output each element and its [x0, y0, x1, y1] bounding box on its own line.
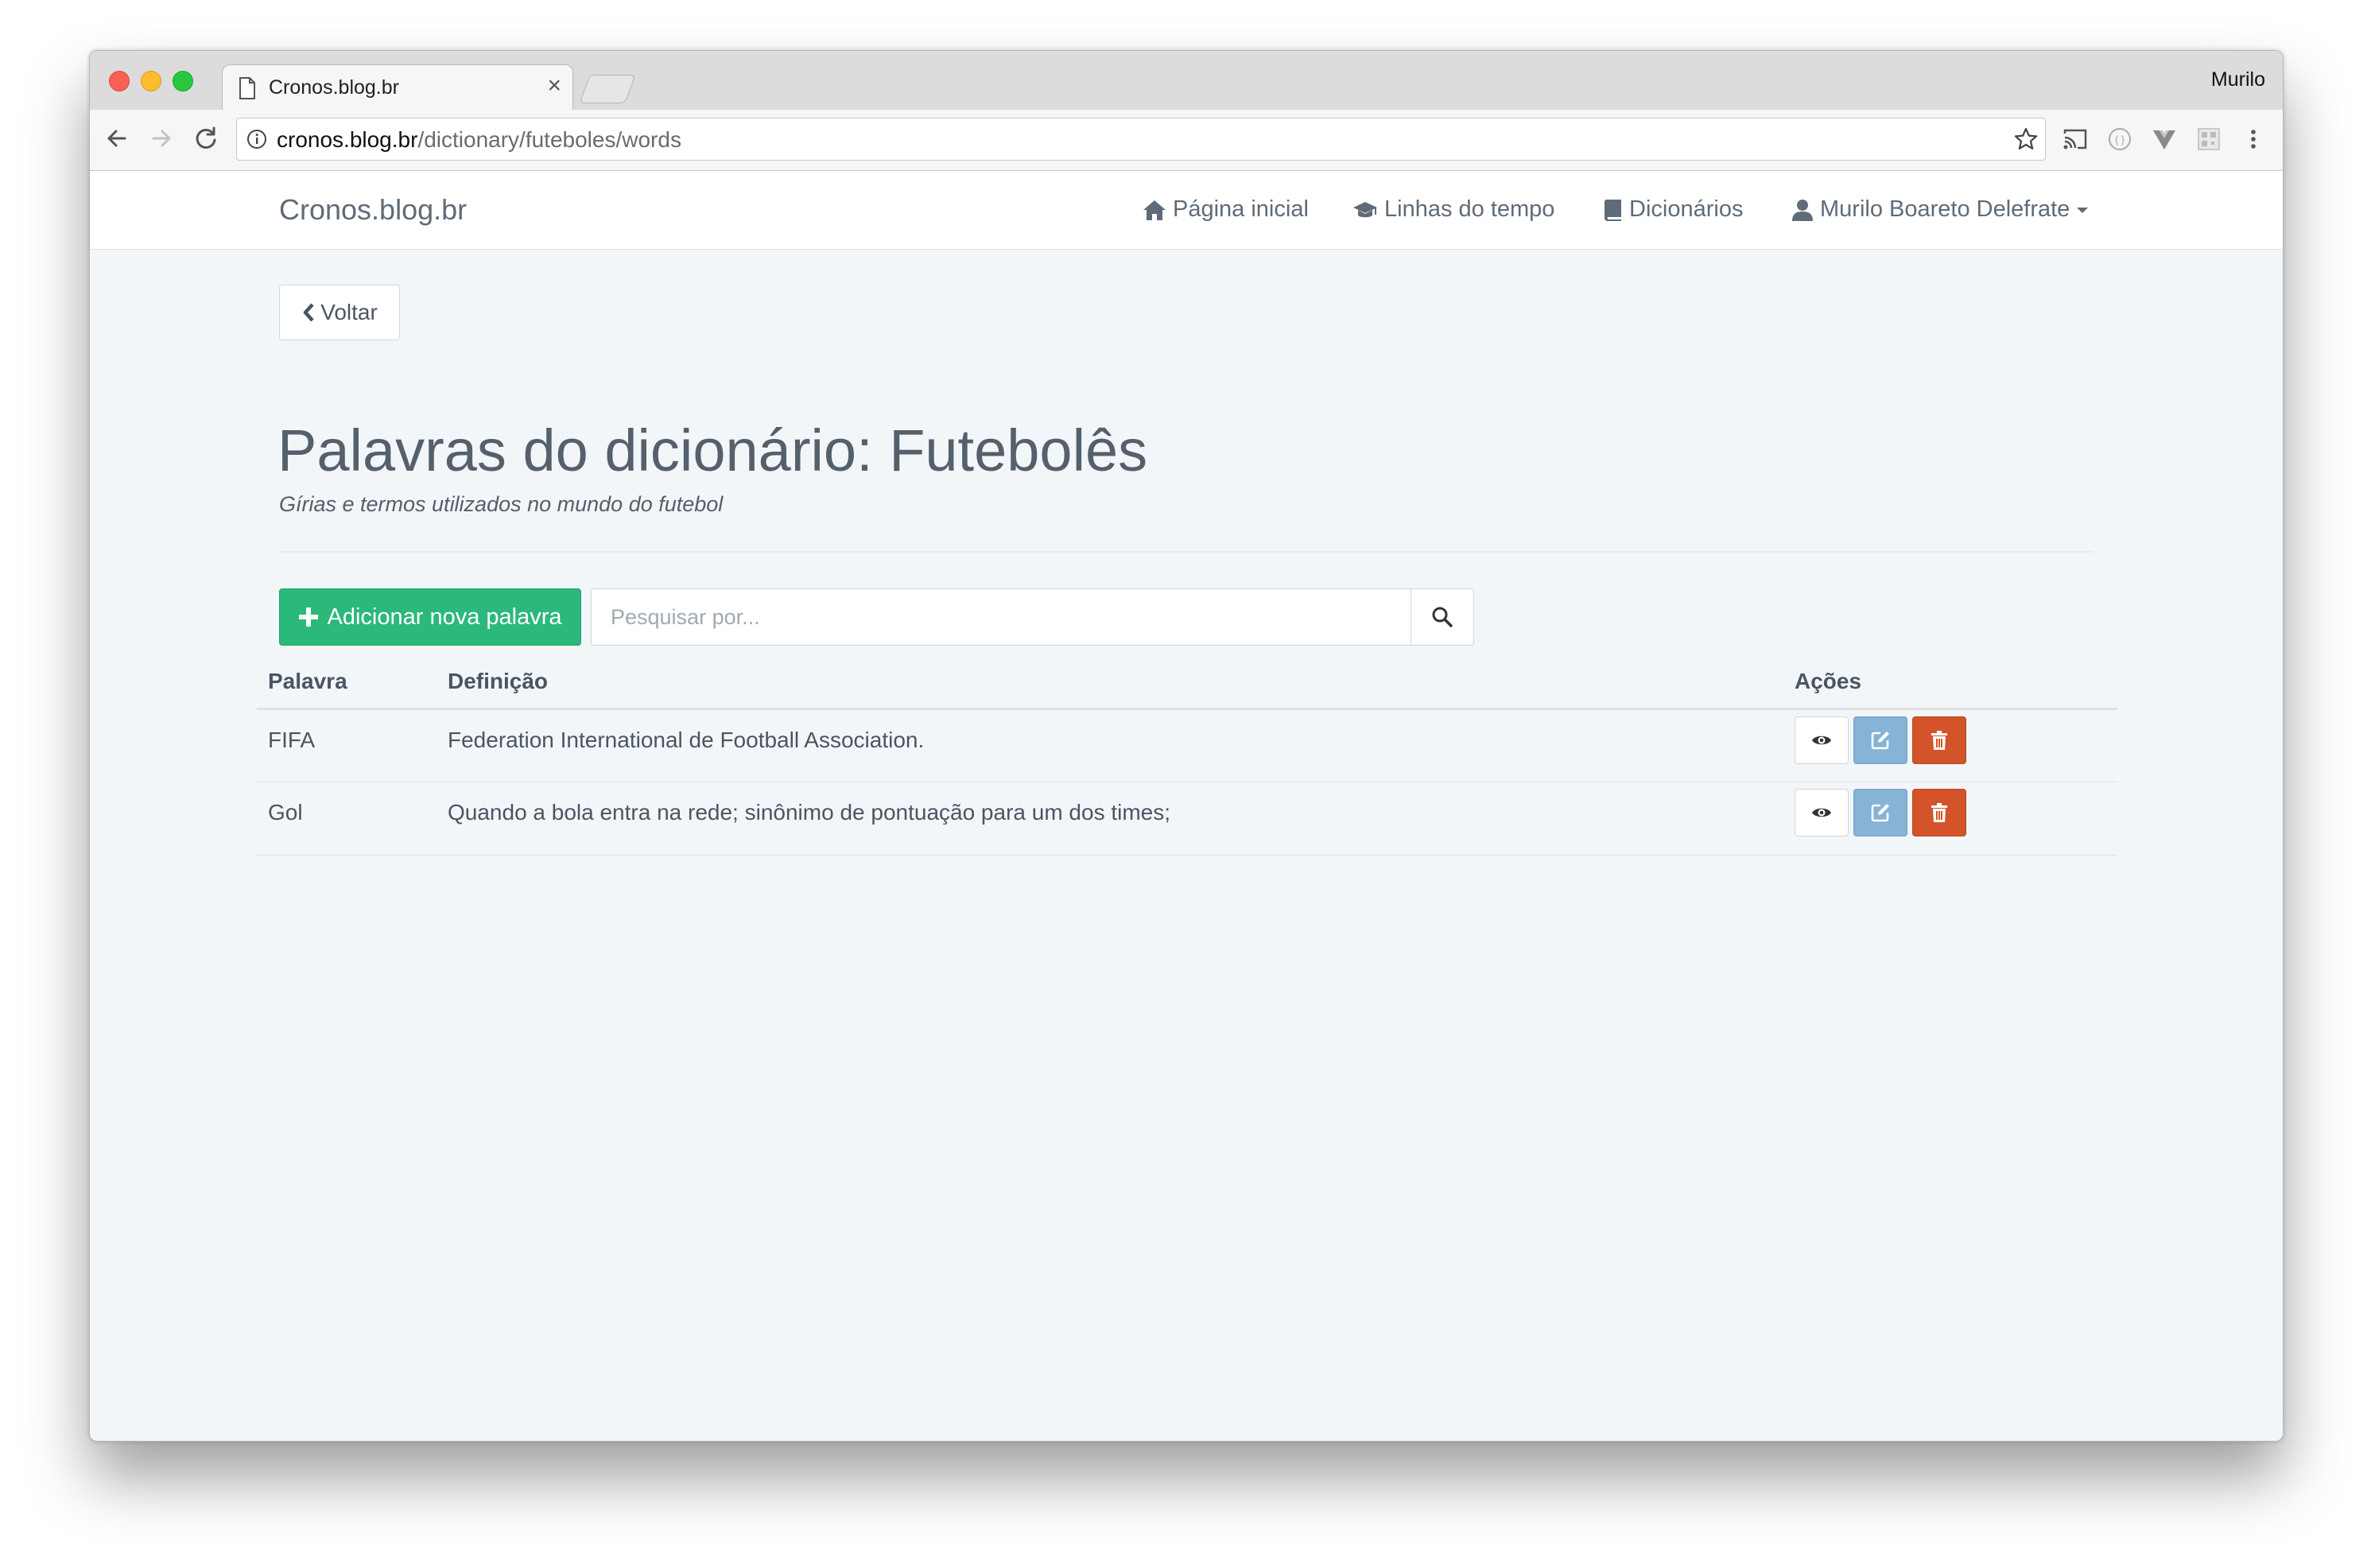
table-row: FIFA Federation International de Footbal… — [257, 708, 2117, 782]
actions-cell — [1783, 708, 2117, 782]
eye-icon — [1812, 735, 1831, 745]
header-actions: Ações — [1783, 655, 2117, 710]
edit-icon — [1871, 804, 1889, 822]
tab-close-icon[interactable]: × — [547, 72, 561, 99]
tab-strip: Cronos.blog.br × Murilo — [90, 51, 2283, 111]
info-icon[interactable] — [246, 129, 267, 149]
table-header-row: Palavra Definição Ações — [257, 655, 2117, 710]
maximize-window-button[interactable] — [173, 71, 193, 91]
header-definition: Definição — [437, 655, 1783, 710]
word-cell: FIFA — [257, 708, 437, 782]
browser-tab[interactable]: Cronos.blog.br × — [222, 64, 573, 111]
page-title: Palavras do dicionário: Futebolês — [277, 417, 1148, 483]
back-arrow-icon[interactable] — [101, 122, 133, 154]
search-button[interactable] — [1411, 588, 1474, 646]
row-actions — [1795, 710, 2106, 764]
new-tab-button[interactable] — [579, 75, 636, 103]
table-row: Gol Quando a bola entra na rede; sinônim… — [257, 782, 2117, 856]
qr-extension-icon[interactable] — [2195, 126, 2222, 153]
page-icon — [239, 77, 255, 99]
delete-button[interactable] — [1912, 716, 1966, 764]
nav-dictionaries-label: Dicionários — [1629, 196, 1744, 222]
back-button-label: Voltar — [320, 300, 378, 324]
minimize-window-button[interactable] — [141, 71, 161, 91]
delete-button[interactable] — [1912, 789, 1966, 836]
trash-icon — [1931, 731, 1947, 750]
view-button[interactable] — [1795, 789, 1849, 836]
definition-cell: Quando a bola entra na rede; sinônimo de… — [437, 782, 1783, 856]
close-window-button[interactable] — [109, 71, 130, 91]
edit-icon — [1871, 732, 1889, 750]
nav-user-label: Murilo Boareto Delefrate — [1820, 196, 2070, 222]
graduation-cap-icon — [1353, 201, 1377, 217]
user-icon — [1792, 199, 1813, 221]
menu-kebab-icon[interactable] — [2240, 126, 2267, 153]
nav-dictionaries[interactable]: Dicionários — [1604, 196, 1743, 223]
profile-name[interactable]: Murilo — [2211, 68, 2265, 91]
site-navbar: Cronos.blog.br Página inicial Linhas do … — [90, 171, 2283, 250]
address-bar[interactable]: cronos.blog.br/dictionary/futeboles/word… — [236, 118, 2046, 161]
back-button[interactable]: Voltar — [279, 285, 400, 340]
definition-cell: Federation International de Football Ass… — [437, 708, 1783, 782]
cast-icon[interactable] — [2062, 126, 2089, 153]
book-icon — [1605, 199, 1621, 221]
tab-title: Cronos.blog.br — [269, 76, 399, 99]
trash-icon — [1931, 803, 1947, 822]
eye-icon — [1812, 808, 1831, 817]
edit-button[interactable] — [1853, 789, 1907, 836]
words-table: Palavra Definição Ações FIFA Federation … — [257, 655, 2117, 856]
nav-user-dropdown[interactable]: Murilo Boareto Delefrate — [1791, 196, 2089, 223]
view-button[interactable] — [1795, 716, 1849, 764]
add-word-button-label: Adicionar nova palavra — [327, 604, 562, 630]
reload-icon[interactable] — [190, 122, 222, 154]
word-cell: Gol — [257, 782, 437, 856]
forward-arrow-icon[interactable] — [146, 122, 177, 154]
home-icon — [1143, 200, 1166, 220]
divider — [279, 551, 2094, 553]
browser-toolbar: cronos.blog.br/dictionary/futeboles/word… — [90, 110, 2283, 171]
add-word-button[interactable]: Adicionar nova palavra — [279, 588, 581, 646]
url-host: cronos.blog.br — [277, 127, 418, 152]
svg-text:{ }: { } — [2115, 134, 2125, 146]
page-subtitle: Gírias e termos utilizados no mundo do f… — [279, 492, 724, 516]
chevron-left-icon — [303, 303, 314, 322]
search-input[interactable] — [591, 588, 1411, 646]
nav-timelines[interactable]: Linhas do tempo — [1352, 196, 1554, 223]
nav-home-label: Página inicial — [1173, 196, 1309, 222]
url-path: /dictionary/futeboles/words — [417, 127, 681, 152]
header-word: Palavra — [257, 655, 437, 710]
extension-circle-icon[interactable]: { } — [2106, 126, 2133, 153]
search-icon — [1432, 607, 1453, 627]
plus-icon — [299, 607, 319, 627]
row-actions — [1795, 782, 2106, 836]
nav-timelines-label: Linhas do tempo — [1384, 196, 1555, 222]
bookmark-star-icon[interactable] — [2013, 126, 2039, 152]
site-brand[interactable]: Cronos.blog.br — [279, 193, 467, 227]
vue-devtools-icon[interactable] — [2151, 126, 2178, 153]
nav-home[interactable]: Página inicial — [1143, 196, 1309, 223]
caret-down-icon — [2077, 207, 2089, 213]
edit-button[interactable] — [1853, 716, 1907, 764]
actions-cell — [1783, 782, 2117, 856]
url-text[interactable]: cronos.blog.br/dictionary/futeboles/word… — [277, 127, 681, 153]
browser-window: Cronos.blog.br × Murilo cronos.blog.br/d… — [89, 50, 2284, 1442]
